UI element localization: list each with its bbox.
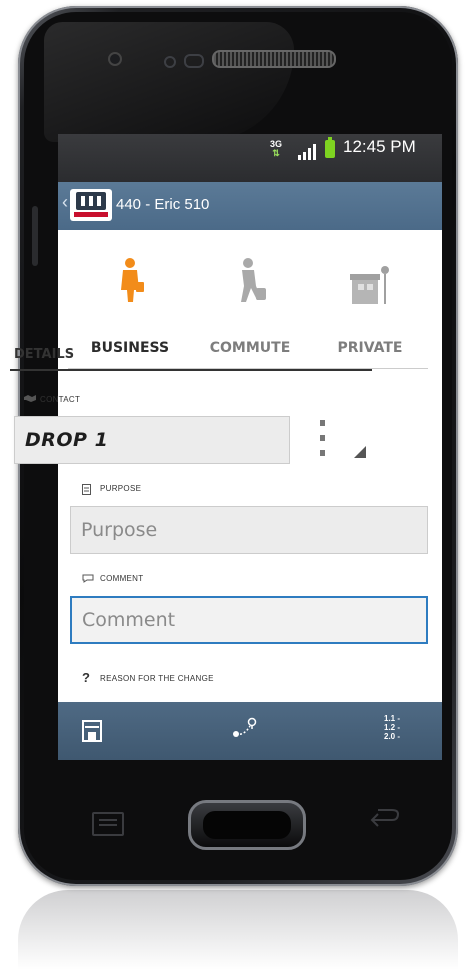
menu-key-icon[interactable] [92, 812, 124, 836]
contact-value: DROP 1 [25, 429, 109, 451]
overflow-menu-icon[interactable] [318, 420, 328, 456]
commuter-icon [241, 258, 266, 302]
status-bar: 3G ⇅ 12:45 PM [58, 134, 442, 182]
back-key-icon[interactable] [368, 808, 400, 830]
details-divider [10, 369, 372, 371]
network-indicator: 3G ⇅ [270, 139, 283, 158]
earpiece-speaker [212, 50, 336, 68]
save-icon [82, 720, 102, 742]
front-camera [108, 52, 122, 66]
comment-label: COMMENT [100, 574, 144, 583]
details-heading: DETAILS [14, 347, 75, 362]
save-button[interactable] [58, 702, 186, 760]
home-button[interactable] [188, 800, 306, 850]
action-bar-title: 440 - Eric 510 [116, 196, 210, 213]
route-icon [233, 717, 257, 737]
back-chevron-icon[interactable]: ‹ [62, 192, 68, 213]
reason-label[interactable]: REASON FOR THE CHANGE [100, 674, 214, 683]
signal-icon [298, 144, 318, 160]
question-icon[interactable]: ? [82, 670, 90, 685]
split-list-icon: 1.1 - 1.2 - 2.0 - [384, 714, 401, 741]
clock: 12:45 PM [343, 137, 416, 156]
battery-icon [325, 137, 335, 158]
tab-business[interactable]: BUSINESS [70, 230, 190, 360]
light-sensor [184, 54, 204, 68]
tab-label: BUSINESS [90, 340, 170, 356]
route-button[interactable] [186, 702, 314, 760]
purpose-field[interactable] [70, 506, 428, 554]
comment-bubble-icon [82, 574, 94, 583]
contact-field[interactable]: DROP 1 [14, 416, 290, 464]
tab-label: COMMUTE [209, 340, 291, 356]
split-button[interactable]: 1.1 - 1.2 - 2.0 - [314, 702, 442, 760]
purpose-label: PURPOSE [100, 484, 142, 493]
comment-input[interactable] [72, 598, 426, 642]
volume-key[interactable] [32, 206, 38, 266]
glass-reflection [44, 22, 294, 142]
trip-type-tabs: BUSINESS COMMUTE PRIVATE [58, 230, 442, 369]
house-icon [350, 266, 389, 304]
contact-label: CONTACT [40, 395, 81, 404]
tab-commute[interactable]: COMMUTE [190, 230, 310, 360]
handshake-icon [24, 395, 36, 402]
action-bar: ‹ 440 - Eric 510 [58, 182, 442, 230]
bottom-action-bar: 1.1 - 1.2 - 2.0 - [58, 702, 442, 760]
purpose-input[interactable] [71, 507, 427, 553]
tab-label: PRIVATE [337, 340, 403, 356]
comment-field[interactable] [70, 596, 428, 644]
app-logo[interactable] [70, 189, 112, 221]
dropdown-corner-icon[interactable] [354, 446, 366, 458]
businessman-icon [121, 258, 144, 302]
document-icon [82, 484, 91, 495]
proximity-sensor [164, 56, 176, 68]
phone-reflection [18, 890, 458, 970]
tab-private[interactable]: PRIVATE [310, 230, 430, 360]
